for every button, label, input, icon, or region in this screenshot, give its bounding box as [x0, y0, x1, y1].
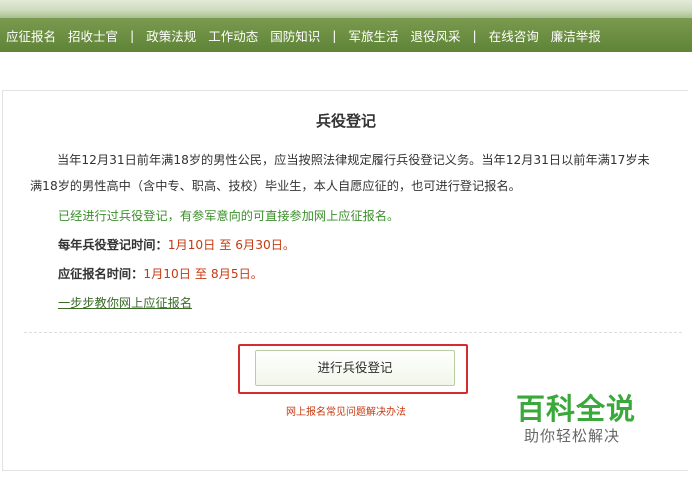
- nav-item-news[interactable]: 工作动态: [208, 26, 258, 45]
- nav-item-defense[interactable]: 国防知识: [270, 26, 320, 45]
- register-button[interactable]: 进行兵役登记: [255, 350, 455, 386]
- intro-line-1: 当年12月31日前年满18岁的男性公民，应当按照法律规定履行兵役登记义务。当年1…: [57, 153, 650, 167]
- nav-item-nco[interactable]: 招收士官: [68, 26, 118, 45]
- registration-time-value: 1月10日 至 6月30日。: [167, 238, 296, 252]
- registration-time-label: 每年兵役登记时间：: [58, 238, 168, 252]
- watermark-slogan: 助你轻松解决: [524, 427, 621, 445]
- nav-separator: |: [332, 27, 337, 43]
- watermark-logo-text: 百科全说: [516, 392, 637, 426]
- intro-line-2: 满18岁的男性高中（含中专、职高、技校）毕业生，本人自愿应征的，也可进行登记报名…: [30, 179, 521, 193]
- registration-time: 每年兵役登记时间：1月10日 至 6月30日。: [58, 235, 295, 253]
- header-banner: [0, 0, 692, 18]
- enlist-note: 已经进行过兵役登记，有参军意向的可直接参加网上应征报名。: [58, 209, 400, 223]
- nav-item-military-life[interactable]: 军旅生活: [349, 26, 399, 45]
- guide-link[interactable]: 一步步教你网上应征报名: [58, 296, 192, 310]
- nav-separator: |: [472, 27, 477, 43]
- main-nav: 应征报名 招收士官 | 政策法规 工作动态 国防知识 | 军旅生活 退役风采 |…: [0, 18, 692, 52]
- register-button-highlight: 进行兵役登记: [238, 344, 468, 394]
- guide-line: 一步步教你网上应征报名: [58, 293, 192, 311]
- application-time-label: 应征报名时间：: [58, 267, 144, 281]
- nav-item-policy[interactable]: 政策法规: [146, 26, 196, 45]
- nav-item-consult[interactable]: 在线咨询: [489, 26, 539, 45]
- application-time-value: 1月10日 至 8月5日。: [143, 267, 263, 281]
- nav-separator: |: [130, 27, 135, 43]
- nav-item-report[interactable]: 廉洁举报: [551, 26, 601, 45]
- divider: [24, 332, 682, 333]
- nav-item-veterans[interactable]: 退役风采: [411, 26, 461, 45]
- application-time: 应征报名时间：1月10日 至 8月5日。: [58, 264, 263, 282]
- page-title: 兵役登记: [315, 112, 376, 130]
- nav-item-enlist[interactable]: 应征报名: [6, 26, 56, 45]
